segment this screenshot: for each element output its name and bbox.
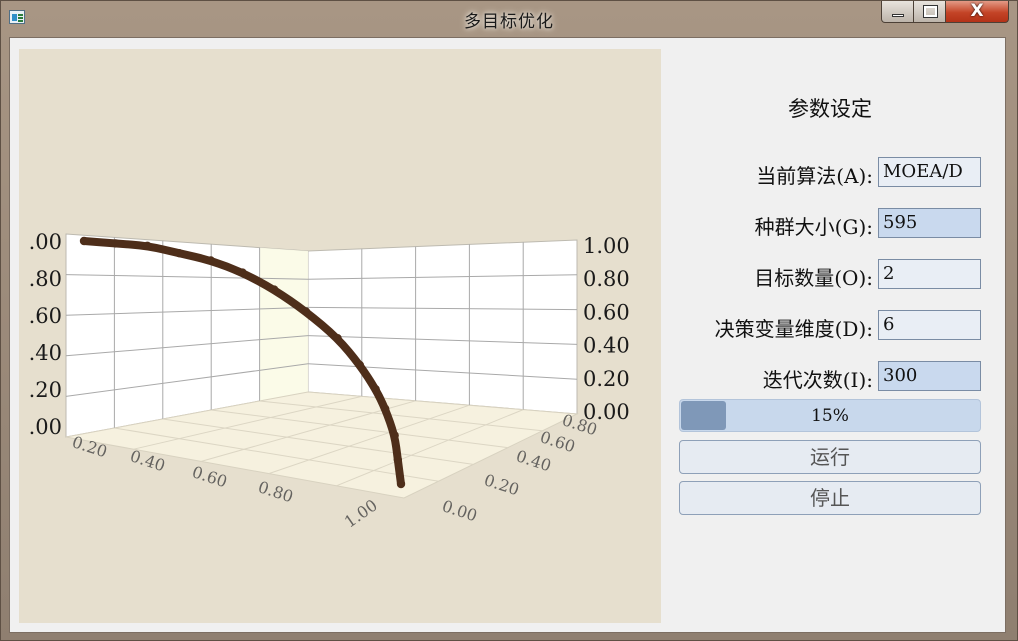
right-axis-tick-label: 0.80 (583, 267, 630, 291)
data-point (143, 241, 152, 251)
minimize-icon (892, 14, 904, 17)
data-point (238, 268, 247, 277)
data-point (174, 248, 184, 258)
left-axis-tick-label: .20 (29, 378, 62, 402)
depth-axis-tick-label: 0.20 (482, 470, 522, 499)
front-axis-tick-label: 0.60 (190, 462, 230, 491)
stop-button[interactable]: 停止 (679, 481, 981, 515)
right-wall (307, 239, 578, 415)
maximize-icon (923, 5, 938, 18)
title-bar[interactable]: 多目标优化 X (1, 1, 1017, 37)
right-axis-tick-label: 0.40 (583, 334, 630, 358)
progress-bar: 15% (679, 399, 981, 432)
close-button[interactable]: X (945, 1, 1009, 23)
data-point (206, 256, 215, 265)
dimension-label: 决策变量维度(D): (714, 317, 873, 341)
left-wall-highlight (259, 247, 308, 401)
objectives-label: 目标数量(O): (754, 266, 873, 290)
data-point (390, 431, 399, 440)
iterations-label: 迭代次数(I): (762, 368, 873, 392)
maximize-button[interactable] (913, 1, 946, 23)
algorithm-field[interactable]: MOEA/D (878, 157, 981, 187)
left-axis-tick-label: .60 (29, 304, 62, 328)
data-point (301, 307, 311, 316)
left-axis-tick-label: .40 (29, 341, 62, 365)
front-axis-tick-label: 0.80 (256, 477, 296, 506)
front-axis-tick-label: 1.00 (341, 495, 381, 531)
data-point (270, 285, 279, 294)
objectives-field[interactable]: 2 (878, 259, 981, 289)
data-point (396, 479, 406, 489)
progress-text: 15% (811, 406, 849, 426)
data-point (355, 360, 364, 370)
dimension-field[interactable]: 6 (878, 310, 981, 340)
run-button[interactable]: 运行 (679, 440, 981, 474)
data-point (393, 455, 403, 464)
data-point (333, 334, 342, 343)
depth-axis-tick-label: 0.00 (440, 496, 480, 525)
data-point (79, 236, 89, 246)
right-axis-tick-label: 0.60 (583, 300, 630, 324)
close-icon: X (970, 1, 984, 21)
right-axis-tick-label: 0.20 (583, 367, 630, 391)
left-axis-tick-label: .00 (29, 230, 62, 254)
left-axis-tick-label: .00 (29, 415, 62, 439)
left-axis-tick-label: .80 (29, 267, 62, 291)
panel-title: 参数设定 (788, 97, 872, 121)
algorithm-label: 当前算法(A): (756, 164, 873, 188)
depth-axis-tick-label: 0.40 (514, 446, 554, 475)
chart-svg: .00.80.60.40.20.001.000.800.600.400.200.… (29, 230, 630, 531)
population-label: 种群大小(G): (754, 215, 873, 239)
right-axis-tick-label: 1.00 (583, 234, 630, 258)
window-title: 多目标优化 (464, 12, 554, 32)
chart-3d-view[interactable]: .00.80.60.40.20.00 1.00 0.80 0.60 0.40 0.20 0.… (19, 49, 661, 623)
minimize-button[interactable] (881, 1, 914, 23)
data-point (380, 404, 390, 413)
population-field[interactable]: 595 (878, 208, 981, 238)
iterations-field[interactable]: 300 (878, 361, 981, 391)
data-point (371, 385, 380, 394)
data-point (111, 239, 120, 248)
